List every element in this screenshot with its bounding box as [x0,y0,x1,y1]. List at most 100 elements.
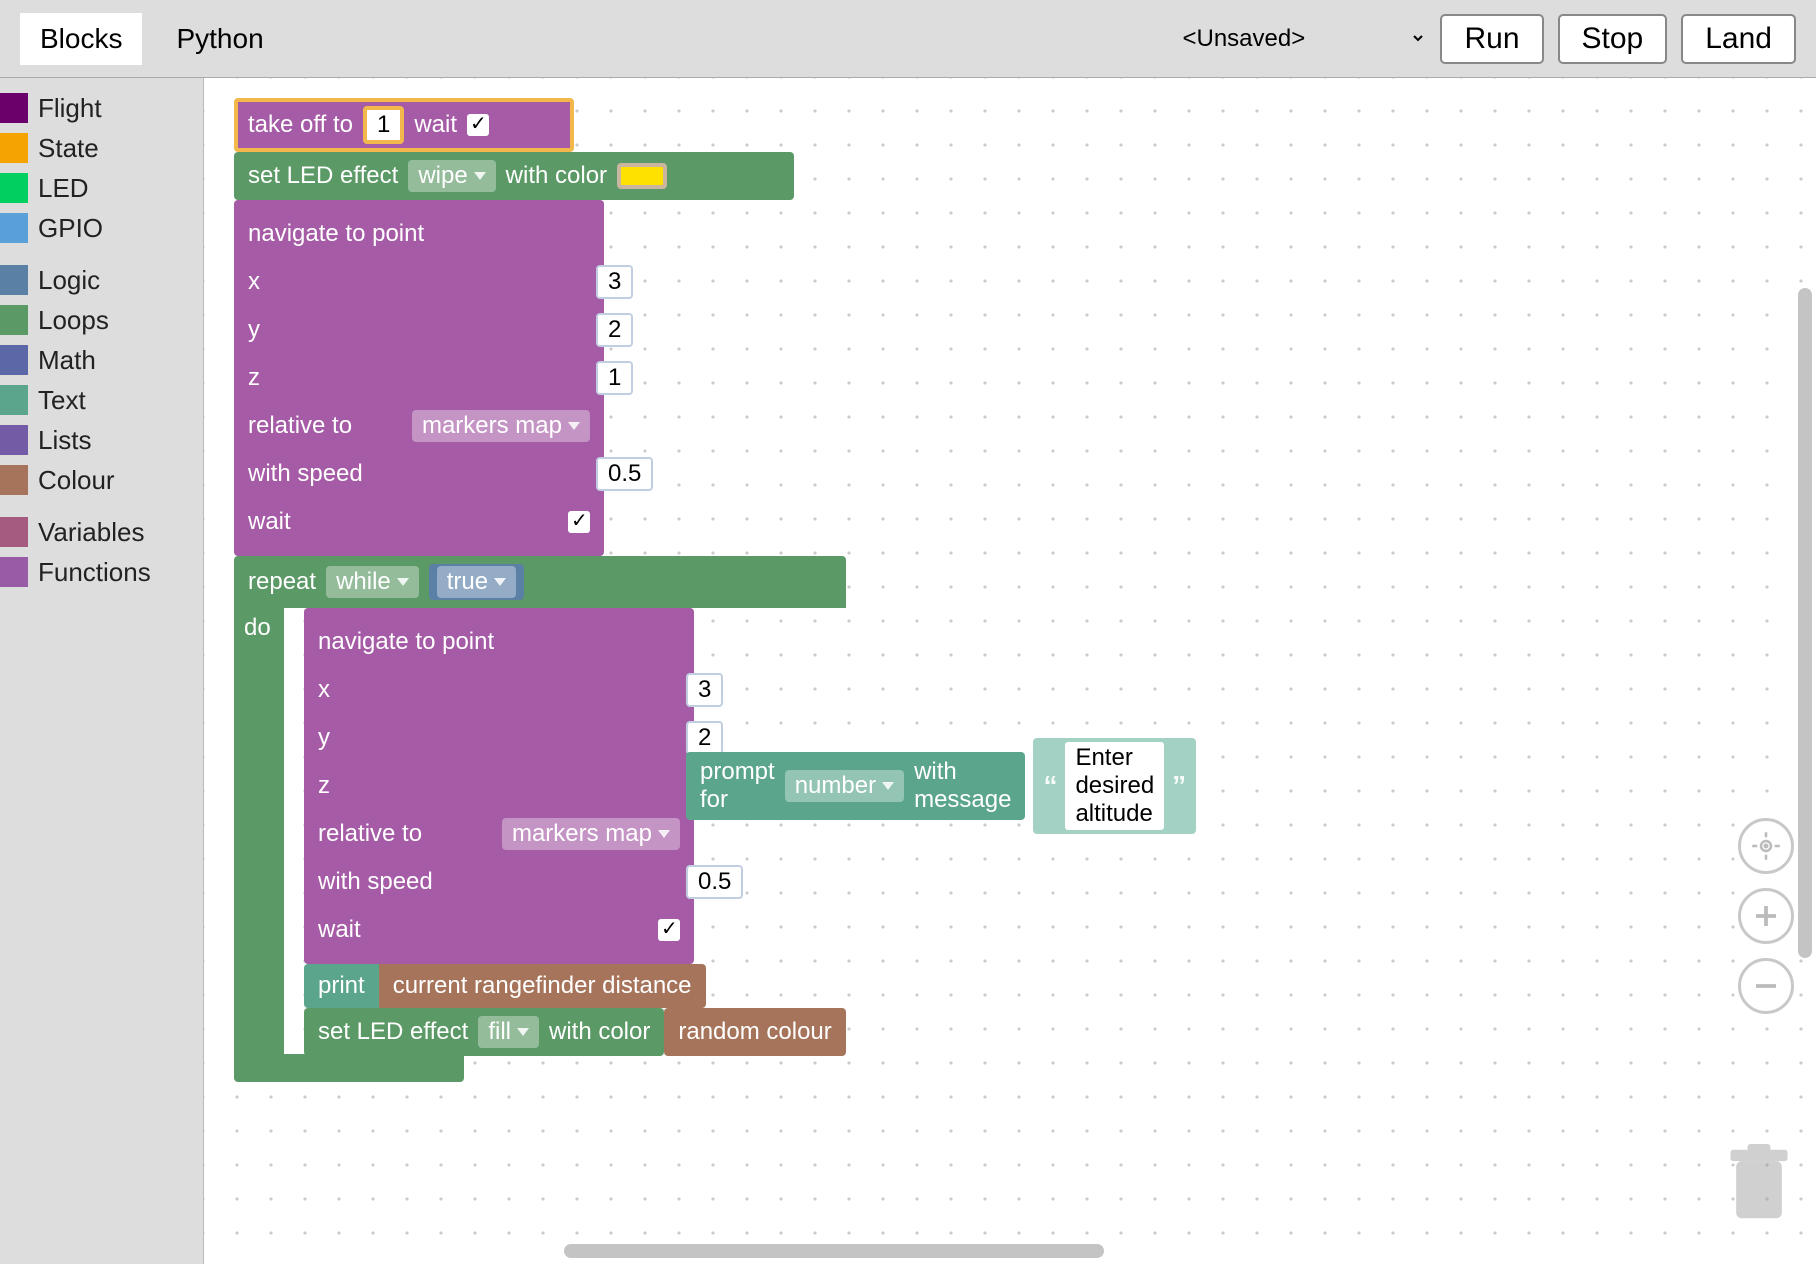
category-label: Flight [38,93,102,124]
prompt-label: with message [914,758,1011,814]
nav-wait-label: wait [318,916,361,944]
nav-rel-label: relative to [318,820,422,848]
block-true[interactable]: true [429,564,524,600]
nav-x-input[interactable]: 3 [596,265,633,299]
run-button[interactable]: Run [1440,14,1543,64]
land-button[interactable]: Land [1681,14,1796,64]
zoom-out-button[interactable] [1738,958,1794,1014]
nav-y-input[interactable]: 2 [596,313,633,347]
category-color-swatch [0,425,28,455]
takeoff-altitude-input[interactable]: 1 [363,106,404,144]
nav-y-label: y [248,316,260,344]
block-label: take off to [248,111,353,139]
block-label: with color [549,1018,650,1046]
category-color-swatch [0,93,28,123]
category-color-swatch [0,213,28,243]
center-workspace-button[interactable] [1738,818,1794,874]
nav-rel-label: relative to [248,412,352,440]
category-label: Variables [38,517,144,548]
zoom-in-button[interactable] [1738,888,1794,944]
category-gpio[interactable]: GPIO [0,208,203,248]
block-label: set LED effect [248,162,398,190]
block-label: wait [414,111,457,139]
trash-icon[interactable] [1724,1144,1794,1224]
category-led[interactable]: LED [0,168,203,208]
block-print[interactable]: print [304,964,379,1008]
file-select[interactable]: <Unsaved> [1166,20,1426,57]
nav-frame-dropdown[interactable]: markers map [412,410,590,442]
block-title: navigate to point [248,220,424,248]
category-color-swatch [0,173,28,203]
nav-x-input[interactable]: 3 [686,673,723,707]
nav-frame-dropdown[interactable]: markers map [502,818,680,850]
prompt-type-dropdown[interactable]: number [785,770,904,802]
nav-z-input[interactable]: 1 [596,361,633,395]
nav-x-label: x [248,268,260,296]
category-color-swatch [0,345,28,375]
category-sidebar: Flight StateLEDGPIO Logic Loops Math Text List… [0,78,204,1264]
block-label: with color [506,162,607,190]
block-navigate-to-point[interactable]: navigate to point x 3 y 2 z 1 relative t… [234,200,604,556]
toolbar: Blocks Python <Unsaved> Run Stop Land [0,0,1816,78]
led-effect-dropdown[interactable]: wipe [408,160,495,192]
category-lists[interactable]: Lists [0,420,203,460]
true-dropdown[interactable]: true [437,566,516,598]
print-label: print [318,972,365,1000]
tab-blocks[interactable]: Blocks [20,13,142,65]
takeoff-wait-checkbox[interactable] [467,114,489,136]
prompt-label: prompt for [700,758,775,814]
category-label: Loops [38,305,109,336]
nav-wait-checkbox[interactable] [658,919,680,941]
category-math[interactable]: Math [0,340,203,380]
nav-wait-label: wait [248,508,291,536]
workspace[interactable]: take off to 1 wait set LED effect wipe w… [204,78,1816,1264]
category-label: Functions [38,557,151,588]
category-label: Math [38,345,96,376]
category-flight[interactable]: Flight [0,88,203,128]
vertical-scrollbar[interactable] [1798,288,1812,958]
repeat-mode-dropdown[interactable]: while [326,566,419,598]
block-rangefinder-distance[interactable]: current rangefinder distance [379,964,706,1008]
led-effect-dropdown[interactable]: fill [478,1016,539,1048]
category-text[interactable]: Text [0,380,203,420]
category-loops[interactable]: Loops [0,300,203,340]
tab-python[interactable]: Python [156,13,283,65]
category-vars[interactable]: Variables [0,512,203,552]
category-label: Logic [38,265,100,296]
category-colour[interactable]: Colour [0,460,203,500]
prompt-message-input[interactable]: Enter desired altitude [1065,742,1164,830]
nav-z-label: z [318,772,330,800]
led-color-swatch[interactable] [617,163,667,189]
block-set-led-effect[interactable]: set LED effect wipe with color [234,152,794,200]
category-color-swatch [0,133,28,163]
block-repeat-while[interactable]: repeat while true do navigate to p [234,556,846,1082]
block-prompt[interactable]: prompt for number with message [686,752,1025,820]
nav-speed-input[interactable]: 0.5 [596,457,653,491]
category-label: Colour [38,465,115,496]
block-text-literal[interactable]: “ Enter desired altitude ” [1033,738,1196,834]
nav-speed-input[interactable]: 0.5 [686,865,743,899]
category-logic[interactable]: Logic [0,260,203,300]
rangefinder-label: current rangefinder distance [393,972,692,1000]
category-color-swatch [0,465,28,495]
category-color-swatch [0,557,28,587]
repeat-label: repeat [248,568,316,596]
nav-x-label: x [318,676,330,704]
stop-button[interactable]: Stop [1558,14,1668,64]
block-takeoff[interactable]: take off to 1 wait [234,98,574,152]
category-color-swatch [0,265,28,295]
block-set-led-effect[interactable]: set LED effect fill with color [304,1008,664,1056]
category-label: Lists [38,425,91,456]
block-navigate-to-point[interactable]: navigate to point x 3 y 2 z [304,608,694,964]
category-color-swatch [0,517,28,547]
category-funcs[interactable]: Functions [0,552,203,592]
repeat-do-label: do [244,614,271,642]
category-label: Text [38,385,86,416]
block-title: navigate to point [318,628,494,656]
nav-y-label: y [318,724,330,752]
open-quote-icon: “ [1043,770,1057,802]
nav-wait-checkbox[interactable] [568,511,590,533]
horizontal-scrollbar[interactable] [564,1244,1104,1258]
block-random-colour[interactable]: random colour [664,1008,845,1056]
category-state[interactable]: State [0,128,203,168]
